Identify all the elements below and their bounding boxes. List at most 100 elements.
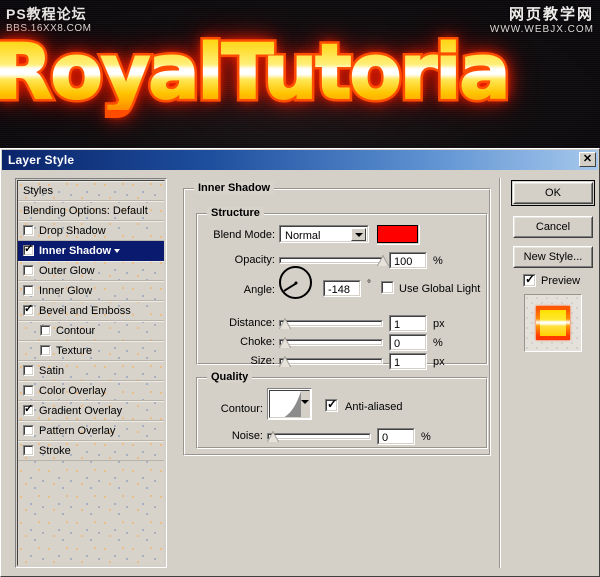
noise-unit: %	[421, 431, 431, 443]
styles-header-label: Styles	[23, 184, 53, 197]
opacity-input[interactable]: 100	[389, 252, 427, 269]
size-unit: px	[433, 356, 445, 368]
structure-groupbox: Structure Blend Mode: Normal Opacity: 10…	[196, 207, 488, 370]
sidebar-item-texture[interactable]: Texture	[18, 341, 164, 361]
hero-banner: PS教程论坛 BBS.16XX8.COM 网页教学网 WWW.WEBJX.COM…	[0, 0, 600, 148]
effect-settings-panel: Inner Shadow Structure Blend Mode: Norma…	[179, 178, 495, 568]
new-style-button-label: New Style...	[523, 251, 583, 263]
inner-shadow-group-title: Inner Shadow	[194, 182, 275, 194]
opacity-label: Opacity:	[234, 254, 275, 266]
effect-enable-checkbox[interactable]	[23, 365, 34, 376]
sidebar-item-bevel-and-emboss[interactable]: Bevel and Emboss	[18, 301, 164, 321]
sidebar-item-label: Inner Shadow	[39, 244, 112, 257]
structure-group-title: Structure	[207, 207, 264, 219]
contour-curve-preview	[269, 390, 310, 418]
styles-list[interactable]: Styles Blending Options: Default Drop Sh…	[17, 180, 165, 566]
opacity-slider[interactable]	[279, 255, 389, 266]
sidebar-item-label: Texture	[56, 344, 93, 357]
choke-unit: %	[433, 337, 443, 349]
opacity-slider-thumb[interactable]	[377, 255, 389, 266]
size-label: Size:	[250, 355, 275, 367]
effect-enable-checkbox[interactable]	[23, 403, 34, 416]
watermark-left-line1: PS教程论坛	[6, 6, 87, 22]
size-value: 1	[390, 354, 426, 369]
sidebar-item-label: Bevel and Emboss	[39, 304, 131, 317]
noise-label: Noise:	[231, 430, 263, 442]
watermark-right-line1: 网页教学网	[508, 6, 594, 23]
shadow-color-swatch[interactable]	[377, 225, 418, 243]
sidebar-item-stroke[interactable]: Stroke	[18, 441, 164, 461]
cancel-button[interactable]: Cancel	[513, 216, 593, 238]
new-style-button[interactable]: New Style...	[513, 246, 593, 268]
dialog-title: Layer Style	[8, 153, 75, 167]
noise-input[interactable]: 0	[377, 428, 415, 445]
effect-enable-checkbox[interactable]	[23, 243, 34, 256]
effect-enable-checkbox[interactable]	[23, 265, 34, 276]
sidebar-item-inner-shadow[interactable]: Inner Shadow	[18, 241, 164, 261]
choke-input[interactable]: 0	[389, 334, 427, 351]
effect-enable-checkbox[interactable]	[40, 345, 51, 356]
anti-aliased-checkbox[interactable]	[325, 397, 338, 412]
preview-thumbnail	[524, 294, 582, 352]
blend-mode-label: Blend Mode:	[213, 229, 275, 241]
blend-mode-select[interactable]: Normal	[279, 225, 369, 243]
preview-checkbox[interactable]	[523, 272, 536, 287]
sidebar-item-inner-glow[interactable]: Inner Glow	[18, 281, 164, 301]
sidebar-item-label: Drop Shadow	[39, 224, 106, 237]
distance-label: Distance:	[229, 317, 275, 329]
dialog-titlebar[interactable]: Layer Style ✕	[2, 150, 598, 170]
choke-slider-thumb[interactable]	[279, 337, 291, 348]
distance-value: 1	[390, 316, 426, 331]
effect-enable-checkbox[interactable]	[23, 225, 34, 236]
effect-enable-checkbox[interactable]	[23, 385, 34, 396]
sidebar-item-drop-shadow[interactable]: Drop Shadow	[18, 221, 164, 241]
effect-enable-checkbox[interactable]	[40, 325, 51, 336]
chevron-down-icon[interactable]	[351, 228, 366, 241]
sidebar-item-blending-options[interactable]: Blending Options: Default	[18, 201, 164, 221]
noise-slider-track	[267, 433, 371, 440]
angle-input[interactable]: -148	[323, 280, 361, 297]
sidebar-item-pattern-overlay[interactable]: Pattern Overlay	[18, 421, 164, 441]
chevron-down-icon[interactable]	[301, 400, 309, 404]
opacity-slider-track	[279, 257, 383, 264]
sidebar-item-gradient-overlay[interactable]: Gradient Overlay	[18, 401, 164, 421]
preview-label: Preview	[541, 274, 581, 287]
quality-group-title: Quality	[207, 371, 253, 383]
angle-value: -148	[324, 281, 360, 296]
layer-style-dialog: Layer Style ✕ Styles Blending Options: D…	[0, 148, 600, 577]
dialog-actions-panel: OK Cancel New Style... Preview	[507, 178, 595, 568]
angle-dial[interactable]	[279, 266, 312, 299]
inner-shadow-groupbox: Inner Shadow Structure Blend Mode: Norma…	[183, 182, 491, 456]
effect-enable-checkbox[interactable]	[23, 425, 34, 436]
noise-slider-thumb[interactable]	[267, 431, 279, 442]
angle-dial-hub	[294, 281, 297, 284]
sidebar-item-contour[interactable]: Contour	[18, 321, 164, 341]
distance-slider[interactable]	[279, 318, 383, 329]
effect-enable-checkbox[interactable]	[23, 303, 34, 316]
sidebar-item-color-overlay[interactable]: Color Overlay	[18, 381, 164, 401]
sidebar-item-label: Contour	[56, 324, 96, 337]
effect-enable-checkbox[interactable]	[23, 445, 34, 456]
preview-toggle[interactable]: Preview	[523, 272, 581, 287]
effect-enable-checkbox[interactable]	[23, 285, 34, 296]
sidebar-item-satin[interactable]: Satin	[18, 361, 164, 381]
noise-slider[interactable]	[267, 431, 371, 442]
opacity-unit: %	[433, 255, 443, 267]
distance-unit: px	[433, 318, 445, 330]
close-icon[interactable]: ✕	[579, 152, 596, 167]
size-slider-thumb[interactable]	[279, 356, 291, 367]
sidebar-item-outer-glow[interactable]: Outer Glow	[18, 261, 164, 281]
choke-slider[interactable]	[279, 337, 383, 348]
distance-input[interactable]: 1	[389, 315, 427, 332]
size-input[interactable]: 1	[389, 353, 427, 370]
distance-slider-thumb[interactable]	[279, 318, 291, 329]
styles-list-header: Styles	[18, 181, 164, 201]
sidebar-item-label: Gradient Overlay	[39, 404, 123, 417]
size-slider[interactable]	[279, 356, 383, 367]
hero-text: RoyalTutoria RoyalTutoria	[0, 30, 514, 113]
contour-preset-select[interactable]	[267, 388, 312, 420]
angle-unit: °	[367, 279, 371, 290]
ok-button[interactable]: OK	[511, 180, 595, 206]
use-global-light-checkbox[interactable]	[381, 281, 394, 294]
choke-value: 0	[390, 335, 426, 350]
